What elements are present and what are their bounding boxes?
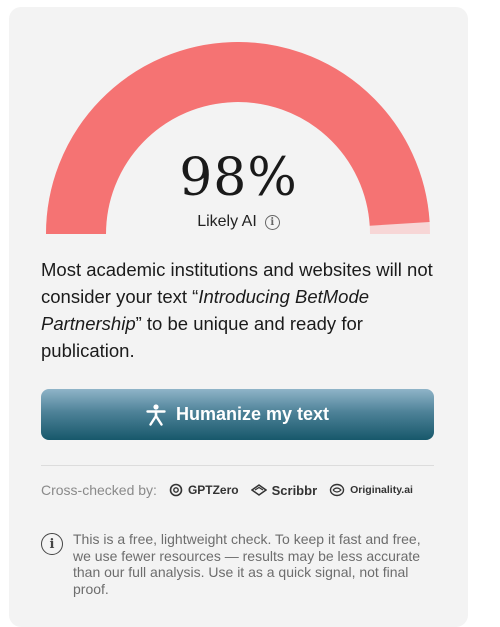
info-icon[interactable]: i bbox=[264, 214, 280, 230]
disclaimer-text: This is a free, lightweight check. To ke… bbox=[73, 531, 421, 597]
scribbr-name: Scribbr bbox=[271, 482, 318, 498]
divider bbox=[41, 465, 434, 466]
gptzero-name: GPTZero bbox=[187, 483, 239, 497]
scribbr-icon bbox=[250, 484, 267, 496]
gptzero-logo: GPTZero bbox=[169, 483, 239, 497]
verdict-label: Likely AI bbox=[197, 213, 257, 230]
cross-checked-row: Cross-checked by: GPTZero Scribbr Origin… bbox=[41, 482, 413, 498]
originality-icon bbox=[329, 483, 345, 497]
scribbr-logo: Scribbr bbox=[250, 482, 318, 498]
verdict-row: Likely AI i bbox=[0, 213, 477, 231]
originality-logo: Originality.ai bbox=[329, 483, 413, 497]
originality-name: Originality.ai bbox=[350, 484, 413, 496]
humanize-button[interactable]: Humanize my text bbox=[41, 389, 434, 440]
person-icon bbox=[146, 403, 166, 426]
disclaimer-note: i This is a free, lightweight check. To … bbox=[41, 531, 441, 597]
info-icon: i bbox=[41, 533, 63, 555]
humanize-button-label: Humanize my text bbox=[175, 404, 330, 424]
ai-score-percent: 98% bbox=[179, 148, 298, 208]
gptzero-icon bbox=[169, 483, 183, 497]
result-message: Most academic institutions and websites … bbox=[41, 256, 441, 364]
cross-checked-label: Cross-checked by: bbox=[41, 482, 157, 498]
